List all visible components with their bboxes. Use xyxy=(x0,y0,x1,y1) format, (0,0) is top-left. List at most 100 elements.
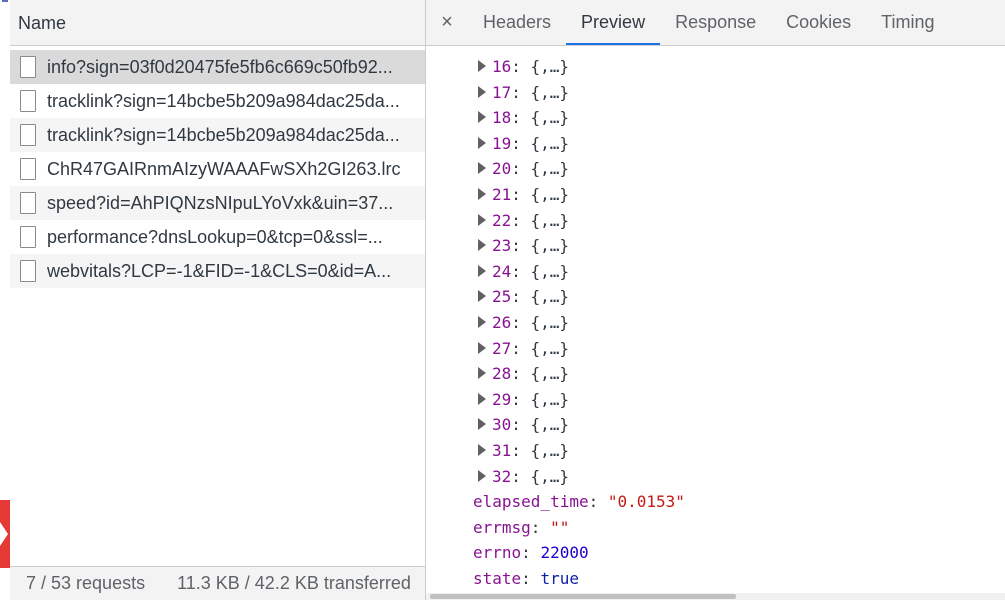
colon: : xyxy=(511,159,531,179)
tree-key: 16 xyxy=(492,57,512,76)
tree-row[interactable]: 22: {,…} xyxy=(426,208,569,233)
colon: : xyxy=(511,82,531,102)
tree-key: 26 xyxy=(492,313,512,332)
tree-row[interactable]: 32: {,…} xyxy=(426,464,569,489)
colon: : xyxy=(511,57,531,76)
tree-key: 24 xyxy=(492,261,512,281)
tree-value: {,…} xyxy=(530,57,570,76)
tree-value: {,…} xyxy=(530,159,570,179)
request-row[interactable]: performance?dnsLookup=0&tcp=0&ssl=... xyxy=(10,220,425,254)
colon: : xyxy=(511,185,531,204)
tab-response[interactable]: Response xyxy=(660,0,771,45)
document-icon xyxy=(20,260,36,282)
request-row[interactable]: info?sign=03f0d20475fe5fb6c669c50fb92... xyxy=(10,50,425,84)
page-edge-mark xyxy=(2,0,8,2)
scrollbar-thumb[interactable] xyxy=(430,594,736,599)
expand-arrow-icon[interactable] xyxy=(478,418,486,431)
preview-horizontal-scrollbar[interactable] xyxy=(426,593,1005,600)
tree-row[interactable]: 26: {,…} xyxy=(426,310,569,335)
tree-row[interactable]: 23: {,…} xyxy=(426,233,569,258)
tree-row[interactable]: 24: {,…} xyxy=(426,259,569,284)
tree-key: 25 xyxy=(492,287,512,307)
tree-value: {,…} xyxy=(530,441,570,460)
request-name: performance?dnsLookup=0&tcp=0&ssl=... xyxy=(47,226,383,247)
tree-row[interactable]: 29: {,…} xyxy=(426,387,569,412)
tree-row[interactable]: 16: {,…} xyxy=(426,54,569,79)
tree-value: {,…} xyxy=(530,108,570,128)
tree-row[interactable]: 17: {,…} xyxy=(426,80,569,105)
property-row-elapsed-time: elapsed_time: "0.0153" xyxy=(473,489,685,514)
tree-key: 21 xyxy=(492,185,512,204)
expand-arrow-icon[interactable] xyxy=(478,392,486,405)
expand-arrow-icon[interactable] xyxy=(478,188,486,200)
property-value: 22000 xyxy=(540,543,589,563)
tree-row[interactable]: 31: {,…} xyxy=(426,438,569,463)
property-value: "0.0153" xyxy=(607,492,685,512)
request-row[interactable]: tracklink?sign=14bcbe5b209a984dac25da... xyxy=(10,118,425,152)
expand-arrow-icon[interactable] xyxy=(478,469,486,482)
tree-row[interactable]: 19: {,…} xyxy=(426,131,569,156)
tree-key: 28 xyxy=(492,364,512,384)
tree-row[interactable]: 30: {,…} xyxy=(426,412,569,437)
colon: : xyxy=(511,364,531,384)
tree-row[interactable]: 25: {,…} xyxy=(426,284,569,309)
colon: : xyxy=(521,569,541,588)
colon: : xyxy=(588,492,608,512)
detail-tab-bar: × Headers Preview Response Cookies Timing xyxy=(426,0,1005,46)
name-column-header[interactable]: Name xyxy=(10,0,425,46)
expand-arrow-icon[interactable] xyxy=(478,213,486,226)
tree-value: {,…} xyxy=(530,415,570,435)
expand-arrow-icon[interactable] xyxy=(478,316,486,328)
colon: : xyxy=(511,133,531,153)
request-row[interactable]: ChR47GAIRnmAIzyWAAAFwSXh2GI263.lrc xyxy=(10,152,425,186)
document-icon xyxy=(20,90,36,112)
tree-key: 31 xyxy=(492,441,512,460)
colon: : xyxy=(511,287,531,307)
tab-headers[interactable]: Headers xyxy=(468,0,566,45)
expand-arrow-icon[interactable] xyxy=(478,290,486,303)
tree-value: {,…} xyxy=(530,82,570,102)
expand-arrow-icon[interactable] xyxy=(478,239,486,252)
tree-value: {,…} xyxy=(530,133,570,153)
expand-arrow-icon[interactable] xyxy=(478,136,486,149)
tree-row[interactable]: 28: {,…} xyxy=(426,361,569,386)
tab-preview[interactable]: Preview xyxy=(566,0,661,45)
expand-arrow-icon[interactable] xyxy=(478,60,486,72)
expand-arrow-icon[interactable] xyxy=(478,341,486,354)
expand-arrow-icon[interactable] xyxy=(478,264,486,277)
page-edge xyxy=(0,0,10,600)
request-row[interactable]: speed?id=AhPIQNzsNIpuLYoVxk&uin=37... xyxy=(10,186,425,220)
tree-row[interactable]: 18: {,…} xyxy=(426,105,569,130)
tree-key: 18 xyxy=(492,108,512,128)
tree-key: 17 xyxy=(492,82,512,102)
tree-row[interactable]: 27: {,…} xyxy=(426,336,569,361)
tree-row[interactable]: 20: {,…} xyxy=(426,156,569,181)
tab-cookies[interactable]: Cookies xyxy=(771,0,866,45)
expand-arrow-icon[interactable] xyxy=(478,367,486,380)
property-row-errno: errno: 22000 xyxy=(473,540,589,565)
colon: : xyxy=(511,338,531,358)
property-row-errmsg: errmsg: "" xyxy=(473,515,569,540)
request-name: info?sign=03f0d20475fe5fb6c669c50fb92... xyxy=(47,56,393,77)
document-icon xyxy=(20,124,36,146)
tree-key: 27 xyxy=(492,338,512,358)
tree-row[interactable]: 21: {,…} xyxy=(426,182,569,207)
colon: : xyxy=(511,466,531,486)
close-icon[interactable]: × xyxy=(426,0,468,45)
tree-value: {,…} xyxy=(530,236,570,256)
request-name: speed?id=AhPIQNzsNIpuLYoVxk&uin=37... xyxy=(47,192,394,213)
request-row[interactable]: tracklink?sign=14bcbe5b209a984dac25da... xyxy=(10,84,425,118)
property-key: errmsg xyxy=(473,517,531,537)
tree-value: {,…} xyxy=(530,364,570,384)
request-row[interactable]: webvitals?LCP=-1&FID=-1&CLS=0&id=A... xyxy=(10,254,425,288)
transfer-size: 11.3 KB / 42.2 KB transferred xyxy=(177,573,411,593)
expand-arrow-icon[interactable] xyxy=(478,111,486,124)
expand-arrow-icon[interactable] xyxy=(478,444,486,456)
document-icon xyxy=(20,56,36,78)
document-icon xyxy=(20,192,36,214)
expand-arrow-icon[interactable] xyxy=(478,162,486,175)
expand-arrow-icon[interactable] xyxy=(478,85,486,98)
tab-timing[interactable]: Timing xyxy=(866,0,949,45)
tree-key: 22 xyxy=(492,210,512,230)
colon: : xyxy=(511,441,531,460)
